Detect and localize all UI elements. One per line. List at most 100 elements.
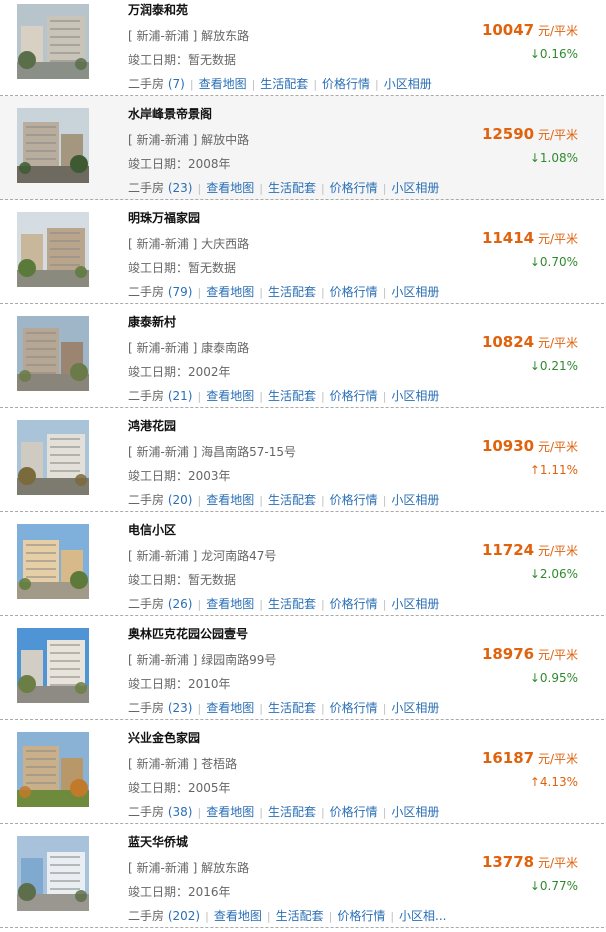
district-label: [ 新浦-新浦 ] <box>128 653 198 667</box>
second-hand-label[interactable]: 二手房 <box>128 181 164 195</box>
second-hand-count[interactable]: (23) <box>168 701 193 715</box>
community-photo[interactable] <box>17 420 89 495</box>
album-link[interactable]: 小区相册 <box>391 805 439 819</box>
album-link[interactable]: 小区相册 <box>391 181 439 195</box>
view-map-link[interactable]: 查看地图 <box>206 597 254 611</box>
price-trend-link[interactable]: 价格行情 <box>330 389 378 403</box>
second-hand-count[interactable]: (23) <box>168 181 193 195</box>
view-map-link[interactable]: 查看地图 <box>206 701 254 715</box>
community-name[interactable]: 明珠万福家园 <box>128 209 200 226</box>
community-name[interactable]: 万润泰和苑 <box>128 1 188 18</box>
price-change: ↓0.77% <box>529 879 578 893</box>
amenities-link[interactable]: 生活配套 <box>268 285 316 299</box>
community-photo[interactable] <box>17 212 89 287</box>
album-link[interactable]: 小区相册 <box>391 701 439 715</box>
completion-value: 2008年 <box>188 157 231 171</box>
amenities-link[interactable]: 生活配套 <box>268 805 316 819</box>
list-item: 奥林匹克花园公园壹号 [ 新浦-新浦 ] 绿园南路99号 竣工日期：2010年 … <box>0 616 604 720</box>
album-link[interactable]: 小区相册 <box>391 597 439 611</box>
album-link[interactable]: 小区相... <box>399 909 446 923</box>
amenities-link[interactable]: 生活配套 <box>268 389 316 403</box>
divider: | <box>197 598 202 611</box>
street-label: 康泰南路 <box>201 341 250 355</box>
amenities-link[interactable]: 生活配套 <box>268 597 316 611</box>
community-photo[interactable] <box>17 4 89 79</box>
album-link[interactable]: 小区相册 <box>391 493 439 507</box>
list-item: 明珠万福家园 [ 新浦-新浦 ] 大庆西路 竣工日期：暂无数据 二手房 (79)… <box>0 200 604 304</box>
unit-price: 10047 元/平米 <box>482 21 578 39</box>
price-trend-link[interactable]: 价格行情 <box>330 597 378 611</box>
district-label: [ 新浦-新浦 ] <box>128 237 198 251</box>
completion-date: 竣工日期：暂无数据 <box>128 259 236 276</box>
community-photo[interactable] <box>17 836 89 911</box>
second-hand-label[interactable]: 二手房 <box>128 909 164 923</box>
divider: | <box>320 702 325 715</box>
second-hand-count[interactable]: (7) <box>168 77 185 91</box>
community-photo[interactable] <box>17 524 89 599</box>
price-trend-link[interactable]: 价格行情 <box>337 909 385 923</box>
price-unit: 元/平米 <box>537 336 578 350</box>
view-map-link[interactable]: 查看地图 <box>206 805 254 819</box>
second-hand-count[interactable]: (26) <box>168 597 193 611</box>
community-name[interactable]: 康泰新村 <box>128 313 176 330</box>
community-name[interactable]: 水岸峰景帝景阁 <box>128 105 212 122</box>
community-name[interactable]: 蓝天华侨城 <box>128 833 188 850</box>
community-photo[interactable] <box>17 628 89 703</box>
second-hand-count[interactable]: (21) <box>168 389 193 403</box>
second-hand-label[interactable]: 二手房 <box>128 285 164 299</box>
view-map-link[interactable]: 查看地图 <box>206 285 254 299</box>
second-hand-label[interactable]: 二手房 <box>128 805 164 819</box>
community-name[interactable]: 兴业金色家园 <box>128 729 200 746</box>
price-trend-link[interactable]: 价格行情 <box>330 493 378 507</box>
amenities-link[interactable]: 生活配套 <box>260 77 308 91</box>
view-map-link[interactable]: 查看地图 <box>206 181 254 195</box>
second-hand-count[interactable]: (79) <box>168 285 193 299</box>
second-hand-label[interactable]: 二手房 <box>128 389 164 403</box>
completion-prefix: 竣工日期： <box>128 573 189 587</box>
second-hand-label[interactable]: 二手房 <box>128 701 164 715</box>
view-map-link[interactable]: 查看地图 <box>206 389 254 403</box>
amenities-link[interactable]: 生活配套 <box>276 909 324 923</box>
second-hand-label[interactable]: 二手房 <box>128 597 164 611</box>
completion-value: 暂无数据 <box>188 53 237 67</box>
second-hand-count[interactable]: (20) <box>168 493 193 507</box>
view-map-link[interactable]: 查看地图 <box>199 77 247 91</box>
view-map-link[interactable]: 查看地图 <box>214 909 262 923</box>
completion-prefix: 竣工日期： <box>128 677 189 691</box>
price-trend-link[interactable]: 价格行情 <box>322 77 370 91</box>
divider: | <box>251 78 256 91</box>
amenities-link[interactable]: 生活配套 <box>268 181 316 195</box>
divider: | <box>197 702 202 715</box>
album-link[interactable]: 小区相册 <box>391 389 439 403</box>
divider: | <box>259 702 263 715</box>
price-trend-link[interactable]: 价格行情 <box>330 805 378 819</box>
price-trend-link[interactable]: 价格行情 <box>330 701 378 715</box>
view-map-link[interactable]: 查看地图 <box>206 493 254 507</box>
second-hand-count[interactable]: (38) <box>168 805 193 819</box>
second-hand-count[interactable]: (202) <box>168 909 200 923</box>
second-hand-label[interactable]: 二手房 <box>128 493 164 507</box>
community-name[interactable]: 电信小区 <box>128 521 176 538</box>
unit-price: 18976 元/平米 <box>482 645 578 663</box>
unit-price: 10824 元/平米 <box>482 333 578 351</box>
divider: | <box>328 910 333 923</box>
amenities-link[interactable]: 生活配套 <box>268 493 316 507</box>
community-photo[interactable] <box>17 316 89 391</box>
album-link[interactable]: 小区相册 <box>384 77 432 91</box>
completion-date: 竣工日期：2005年 <box>128 779 231 796</box>
divider: | <box>382 494 387 507</box>
completion-prefix: 竣工日期： <box>128 53 189 67</box>
listing-links: 二手房 (202) | 查看地图 | 生活配套 | 价格行情 | 小区相... <box>128 907 447 924</box>
price-unit: 元/平米 <box>537 752 578 766</box>
community-photo[interactable] <box>17 108 89 183</box>
community-name[interactable]: 鸿港花园 <box>128 417 176 434</box>
list-item: 蓝天华侨城 [ 新浦-新浦 ] 解放东路 竣工日期：2016年 二手房 (202… <box>0 824 604 928</box>
community-name[interactable]: 奥林匹克花园公园壹号 <box>128 625 248 642</box>
price-trend-link[interactable]: 价格行情 <box>330 181 378 195</box>
amenities-link[interactable]: 生活配套 <box>268 701 316 715</box>
second-hand-label[interactable]: 二手房 <box>128 77 164 91</box>
album-link[interactable]: 小区相册 <box>391 285 439 299</box>
price-trend-link[interactable]: 价格行情 <box>330 285 378 299</box>
street-label: 解放东路 <box>201 29 250 43</box>
community-photo[interactable] <box>17 732 89 807</box>
